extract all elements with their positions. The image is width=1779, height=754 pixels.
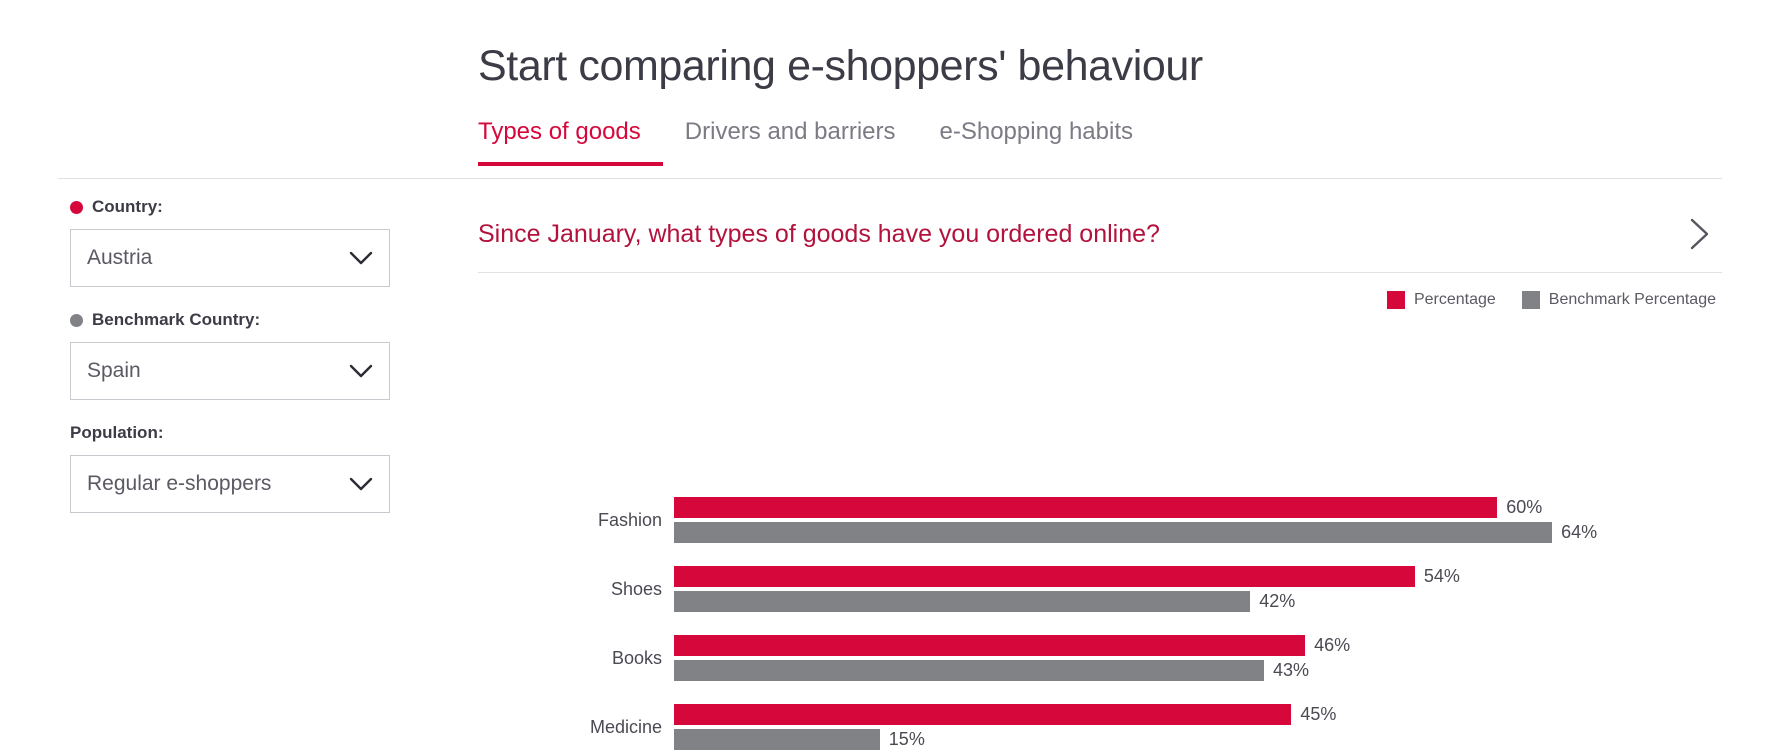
tab-types-of-goods[interactable]: Types of goods <box>478 118 663 166</box>
benchmark-color-dot-icon <box>70 313 83 327</box>
chart-row: Shoes 54% 42% <box>478 555 1778 624</box>
filter-country: Country: Austria <box>70 196 400 287</box>
filter-benchmark-country: Benchmark Country: Spain <box>70 309 400 400</box>
benchmark-country-label-row: Benchmark Country: <box>70 309 400 331</box>
country-select-value: Austria <box>87 246 153 269</box>
country-label: Country: <box>92 197 163 216</box>
bar-percentage[interactable] <box>674 496 1498 518</box>
bar-group: 46% 43% <box>674 634 1778 683</box>
bar-line: 43% <box>674 659 1778 681</box>
bar-value-label: 64% <box>1561 521 1598 542</box>
bar-group: 60% 64% <box>674 496 1778 545</box>
category-label: Medicine <box>589 717 662 737</box>
country-label-row: Country: <box>70 196 400 218</box>
bar-benchmark-percentage[interactable] <box>674 659 1264 681</box>
tab-drivers-and-barriers[interactable]: Drivers and barriers <box>685 118 918 166</box>
chevron-down-icon <box>349 364 373 378</box>
bar-line: 54% <box>674 565 1778 587</box>
legend-label: Benchmark Percentage <box>1548 291 1716 308</box>
bar-line: 60% <box>674 496 1778 518</box>
legend-swatch-icon <box>1521 291 1540 309</box>
legend-label: Percentage <box>1413 291 1496 308</box>
bar-value-label: 15% <box>888 728 925 749</box>
filters-sidebar: Country: Austria Benchmark Country: Spai… <box>70 196 400 535</box>
app-root: Start comparing e-shoppers' behaviour Ty… <box>0 0 1779 754</box>
bar-benchmark-percentage[interactable] <box>674 728 880 750</box>
population-label-row: Population: <box>70 422 400 444</box>
category-label: Books <box>611 648 662 668</box>
country-color-dot-icon <box>70 200 83 214</box>
main-panel: Since January, what types of goods have … <box>478 196 1722 750</box>
bar-line: 45% <box>674 703 1778 725</box>
category-label: Shoes <box>610 579 662 599</box>
bar-percentage[interactable] <box>674 703 1292 725</box>
grouped-bar-chart: Fashion 60% 64% Shoes 54% 42% Books 46% 43% Medic… <box>478 486 1778 754</box>
bar-benchmark-percentage[interactable] <box>674 590 1251 612</box>
population-label: Population: <box>70 423 164 442</box>
bar-value-label: 42% <box>1259 590 1296 611</box>
bar-line: 15% <box>674 728 1778 750</box>
bar-value-label: 54% <box>1423 565 1460 586</box>
benchmark-country-select[interactable]: Spain <box>70 342 390 400</box>
bar-benchmark-percentage[interactable] <box>674 521 1553 543</box>
chart-legend: Percentage Benchmark Percentage <box>478 289 1722 311</box>
chevron-down-icon <box>349 251 373 265</box>
question-title: Since January, what types of goods have … <box>478 219 1160 248</box>
population-select[interactable]: Regular e-shoppers <box>70 455 390 513</box>
country-select[interactable]: Austria <box>70 229 390 287</box>
population-select-value: Regular e-shoppers <box>87 472 272 495</box>
benchmark-country-select-value: Spain <box>87 359 141 382</box>
page-title: Start comparing e-shoppers' behaviour <box>478 42 1203 90</box>
chevron-right-icon[interactable] <box>1686 216 1712 252</box>
tab-label: e-Shopping habits <box>939 118 1133 145</box>
bar-value-label: 43% <box>1272 659 1309 680</box>
legend-item-benchmark-percentage[interactable]: Benchmark Percentage <box>1521 291 1716 309</box>
header-divider <box>58 178 1722 179</box>
bar-value-label: 60% <box>1506 496 1543 517</box>
filter-population: Population: Regular e-shoppers <box>70 422 400 513</box>
chart-row: Books 46% 43% <box>478 624 1778 693</box>
bar-group: 54% 42% <box>674 565 1778 614</box>
tab-label: Drivers and barriers <box>684 118 896 145</box>
bar-group: 45% 15% <box>674 703 1778 752</box>
legend-swatch-icon <box>1386 291 1405 309</box>
bar-line: 46% <box>674 634 1778 656</box>
bar-line: 64% <box>674 521 1778 543</box>
tab-label: Types of goods <box>478 118 641 145</box>
tab-bar: Types of goods Drivers and barriers e-Sh… <box>478 118 1177 166</box>
legend-item-percentage[interactable]: Percentage <box>1386 291 1496 309</box>
chevron-down-icon <box>349 477 373 491</box>
question-divider <box>478 272 1722 273</box>
bar-value-label: 45% <box>1300 703 1337 724</box>
tab-e-shopping-habits[interactable]: e-Shopping habits <box>940 118 1155 166</box>
chart-row: Fashion 60% 64% <box>478 486 1778 555</box>
bar-percentage[interactable] <box>674 634 1306 656</box>
chart-row: Medicine 45% 15% <box>478 693 1778 754</box>
benchmark-country-label: Benchmark Country: <box>92 310 261 329</box>
bar-value-label: 46% <box>1314 634 1351 655</box>
category-label: Fashion <box>597 510 662 530</box>
bar-percentage[interactable] <box>674 565 1415 587</box>
question-header[interactable]: Since January, what types of goods have … <box>478 196 1722 272</box>
bar-line: 42% <box>674 590 1778 612</box>
